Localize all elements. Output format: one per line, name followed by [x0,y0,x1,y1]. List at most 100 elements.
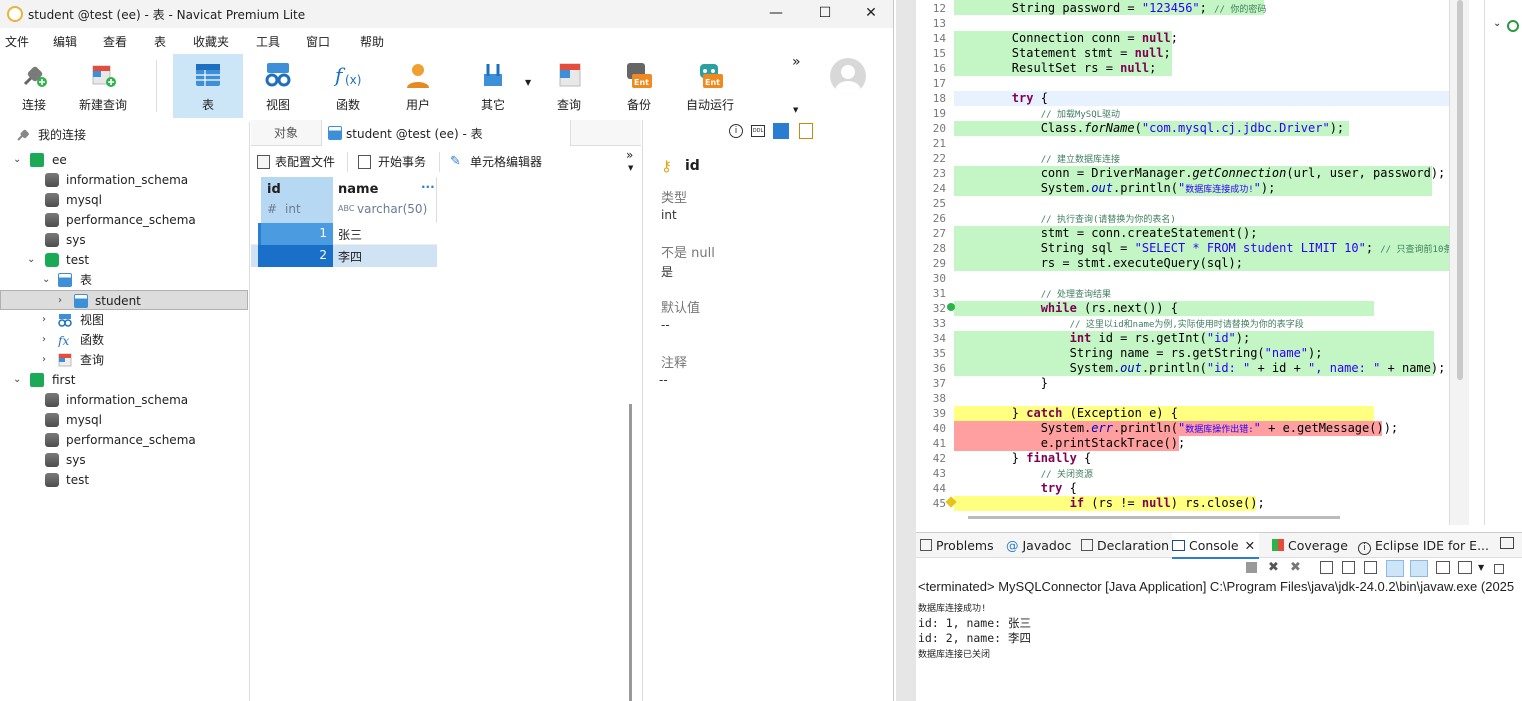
tree-db-item[interactable]: information_schema [0,390,250,410]
tree-db-item[interactable]: sys [0,230,250,250]
table-icon [328,126,342,140]
menu-edit[interactable]: 编辑 [53,33,77,50]
overview-ruler[interactable] [1449,0,1469,525]
chevron-down-icon[interactable]: ⌄ [1493,18,1501,29]
tree-functions-folder[interactable]: › fx 函数 [0,330,250,350]
column-header-id[interactable]: id # int [261,177,333,223]
tab-declaration[interactable]: Declaration [1081,538,1169,553]
table-row[interactable]: 1 张三 [251,223,437,245]
chevron-down-icon[interactable]: ⌄ [27,250,35,270]
tree-connection-first[interactable]: ⌄ first [0,370,250,390]
tree-table-student[interactable]: › student [0,290,248,310]
cell-id[interactable]: 2 [261,248,327,262]
menu-table[interactable]: 表 [154,33,166,50]
tree-db-item[interactable]: performance_schema [0,430,250,450]
tree-root[interactable]: 我的连接 [0,125,250,145]
tree-db-item[interactable]: mysql [0,410,250,430]
menu-favorites[interactable]: 收藏夹 [193,33,229,50]
info-icon[interactable]: i [729,124,743,138]
line-number: 13 [932,17,946,30]
tree-connection-ee[interactable]: ⌄ ee [0,150,250,170]
tab-javadoc[interactable]: @ Javadoc [1006,538,1071,553]
line-number: 20 [932,122,946,135]
chevron-down-icon[interactable]: ⌄ [13,370,21,390]
tree-db-item[interactable]: mysql [0,190,250,210]
maximize-button[interactable]: ☐ [811,4,839,24]
grid-view-icon[interactable] [773,123,789,139]
cell-name[interactable]: 李四 [338,248,362,265]
avatar[interactable] [830,58,866,94]
tree-views-folder[interactable]: › 视图 [0,310,250,330]
close-button[interactable]: ✕ [857,4,885,24]
ddl-icon[interactable]: DDL [751,125,765,137]
console-output[interactable]: <terminated> MySQLConnector [Java Applic… [916,560,1522,701]
chevron-down-icon[interactable]: ⌄ [42,270,50,290]
view-button[interactable]: 视图 [253,54,303,118]
query-button[interactable]: 查询 [544,54,594,118]
more-dots-icon[interactable]: ··· [421,180,435,194]
line-number: 45 [932,497,946,510]
others-dropdown-icon[interactable]: ▼ [525,78,531,87]
table-label: 表 [201,98,214,112]
cell-name[interactable]: 张三 [338,226,362,243]
user-button[interactable]: 用户 [393,54,443,118]
toolbar-overflow-button[interactable]: » [792,54,801,70]
tab-coverage[interactable]: Coverage [1272,538,1348,553]
scroll-thumb[interactable] [1457,0,1463,380]
others-button[interactable]: 其它 ▼ [463,54,531,118]
minimize-button[interactable]: — [762,4,790,24]
menu-tools[interactable]: 工具 [256,33,280,50]
chevron-right-icon[interactable]: › [42,350,46,370]
chevron-right-icon[interactable]: › [42,330,46,350]
menu-window[interactable]: 窗口 [306,33,330,50]
divider [347,152,348,172]
subtoolbar-overflow-button[interactable]: » [626,148,633,162]
console-icon [1172,540,1185,551]
tab-problems[interactable]: Problems [920,538,994,553]
field-info-panel: i DDL ⚷ id 类型 int 不是 null 是 默认值 -- 注释 -- [642,120,893,701]
tab-eclipse-ide[interactable]: i Eclipse IDE for E... [1358,538,1489,555]
minimize-view-icon[interactable] [1500,537,1514,549]
tab-objects[interactable]: 对象 [251,120,321,146]
tree-db-item[interactable]: performance_schema [0,210,250,230]
table-row[interactable]: 2 李四 [251,245,437,267]
tab-student-table[interactable]: student @test (ee) - 表 [321,120,571,146]
menu-file[interactable]: 文件 [5,33,29,50]
line-number: 15 [932,47,946,60]
default-label: 默认值 [661,301,701,316]
horizontal-scrollbar[interactable] [968,516,1340,519]
menu-view[interactable]: 查看 [103,33,127,50]
chevron-right-icon[interactable]: › [58,291,62,311]
backup-button[interactable]: Ent 备份 [614,54,664,118]
table-button[interactable]: 表 [173,54,243,118]
tree-db-test[interactable]: ⌄ test [0,250,250,270]
line-number: 35 [932,347,946,360]
function-button[interactable]: f (x) 函数 [323,54,373,118]
column-header-name[interactable]: name ··· ABC varchar(50) [333,177,437,223]
sql-preview-icon[interactable] [799,123,813,139]
connect-button[interactable]: 连接 [8,54,60,118]
tab-console[interactable]: Console ✕ [1172,533,1260,559]
toolbar-overflow-dropdown-icon[interactable]: ▼ [793,106,798,114]
line-number: 28 [932,242,946,255]
chevron-right-icon[interactable]: › [42,310,46,330]
close-icon[interactable]: ✕ [1245,538,1255,553]
tree-db-item[interactable]: information_schema [0,170,250,190]
tree-tables-folder[interactable]: ⌄ 表 [0,270,250,290]
view-glasses-icon [265,63,291,87]
new-query-button[interactable]: 新建查询 [72,54,134,118]
tree-db-item[interactable]: test [0,470,250,490]
menu-help[interactable]: 帮助 [360,33,384,50]
tree-queries-folder[interactable]: › 查询 [0,350,250,370]
subtoolbar-dropdown-icon[interactable]: ▼ [628,164,633,172]
cell-id[interactable]: 1 [261,226,327,240]
query-label: 查询 [556,98,581,112]
console-tabs-bar: Problems @ Javadoc Declaration Console ✕ C… [916,532,1522,559]
console-line: 数据库连接已关闭 [918,650,991,660]
tree-db-item[interactable]: sys [0,450,250,470]
table-profile-label: 表配置文件 [275,155,336,169]
chevron-down-icon[interactable]: ⌄ [13,150,21,170]
automation-button[interactable]: Ent 自动运行 [680,54,740,118]
tab-label: Coverage [1288,538,1348,553]
vertical-scrollbar[interactable] [629,404,632,701]
